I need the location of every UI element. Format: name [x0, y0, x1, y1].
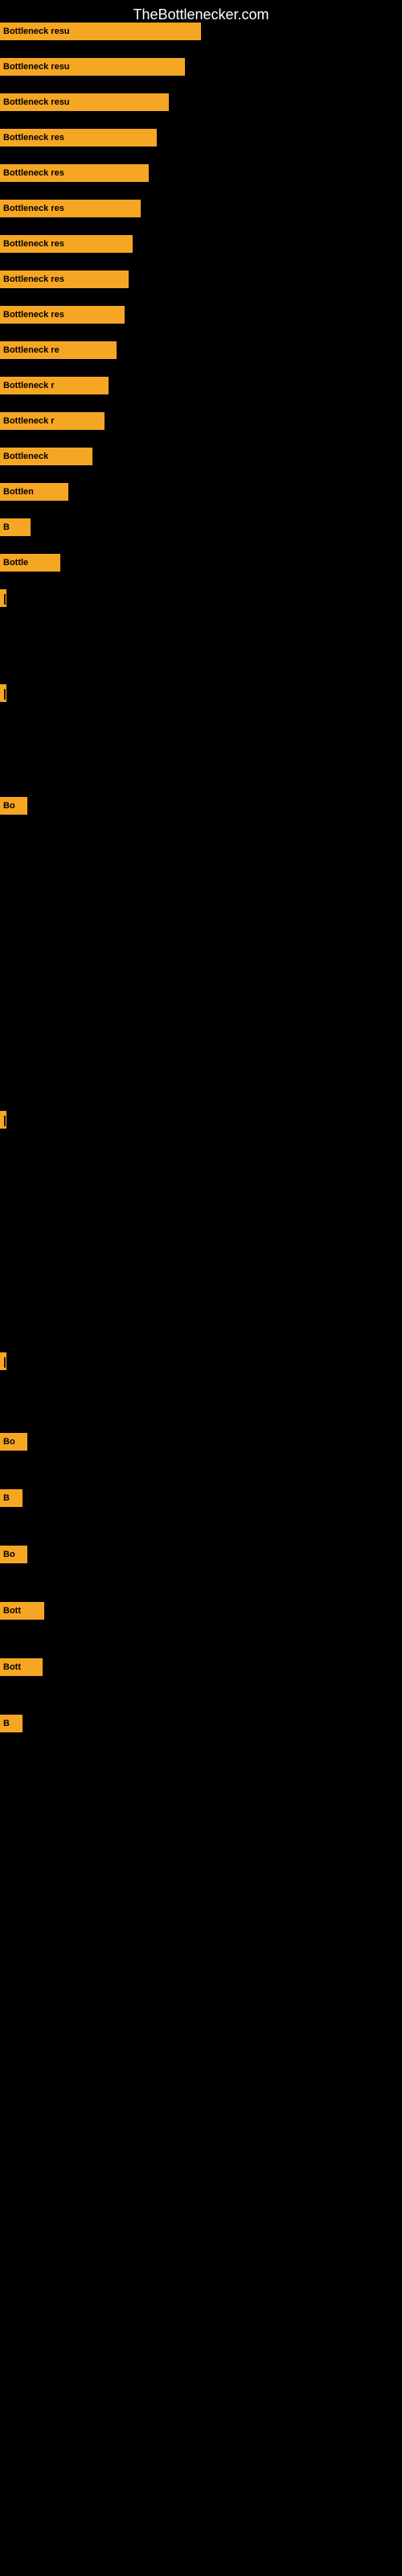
bar-label-21: Bo	[0, 797, 18, 815]
bar-label-10: Bottleneck re	[0, 341, 72, 359]
bar-line-3	[80, 93, 169, 111]
bar-line-34	[28, 1602, 44, 1620]
bar-item-34: Bott	[0, 1602, 44, 1620]
bar-line-8	[76, 270, 129, 288]
bar-line-31	[18, 1433, 27, 1451]
bar-label-33: Bo	[0, 1546, 18, 1563]
bar-line-32	[14, 1489, 23, 1507]
bar-label-26: |	[0, 1111, 6, 1129]
bar-item-30: |	[0, 1352, 6, 1370]
bar-label-31: Bo	[0, 1433, 18, 1451]
bar-item-26: |	[0, 1111, 6, 1129]
bar-item-11: Bottleneck r	[0, 377, 109, 394]
bar-line-6	[76, 200, 141, 217]
bar-item-12: Bottleneck r	[0, 412, 105, 430]
bar-item-1: Bottleneck resu	[0, 23, 201, 40]
bar-label-2: Bottleneck resu	[0, 58, 80, 76]
bar-line-10	[72, 341, 117, 359]
bar-label-6: Bottleneck res	[0, 200, 76, 217]
bar-label-5: Bottleneck res	[0, 164, 76, 182]
bar-line-33	[18, 1546, 27, 1563]
bar-item-17: |	[0, 589, 6, 607]
bar-line-14	[44, 483, 68, 501]
bar-label-32: B	[0, 1489, 14, 1507]
bar-item-2: Bottleneck resu	[0, 58, 185, 76]
bar-line-2	[80, 58, 185, 76]
bar-item-8: Bottleneck res	[0, 270, 129, 288]
bar-line-36	[14, 1715, 23, 1732]
bar-line-21	[18, 797, 27, 815]
bar-label-17: |	[0, 589, 6, 607]
bar-item-36: B	[0, 1715, 23, 1732]
bar-label-12: Bottleneck r	[0, 412, 68, 430]
bar-label-36: B	[0, 1715, 14, 1732]
bar-label-15: B	[0, 518, 14, 536]
bar-label-1: Bottleneck resu	[0, 23, 80, 40]
bar-item-4: Bottleneck res	[0, 129, 157, 147]
bar-label-34: Bott	[0, 1602, 28, 1620]
bar-item-21: Bo	[0, 797, 27, 815]
bar-label-19: |	[0, 684, 6, 702]
bar-line-5	[76, 164, 149, 182]
bar-label-8: Bottleneck res	[0, 270, 76, 288]
bar-label-9: Bottleneck res	[0, 306, 76, 324]
bar-label-35: Bott	[0, 1658, 28, 1676]
bar-line-7	[76, 235, 133, 253]
bar-item-3: Bottleneck resu	[0, 93, 169, 111]
bar-label-16: Bottle	[0, 554, 40, 572]
bar-line-11	[68, 377, 109, 394]
bar-label-7: Bottleneck res	[0, 235, 76, 253]
bar-line-4	[76, 129, 157, 147]
bar-item-6: Bottleneck res	[0, 200, 141, 217]
bar-line-13	[60, 448, 92, 465]
bar-label-3: Bottleneck resu	[0, 93, 80, 111]
bar-label-13: Bottleneck	[0, 448, 60, 465]
bar-item-32: B	[0, 1489, 23, 1507]
bar-item-13: Bottleneck	[0, 448, 92, 465]
bar-label-4: Bottleneck res	[0, 129, 76, 147]
bar-item-19: |	[0, 684, 6, 702]
bar-item-5: Bottleneck res	[0, 164, 149, 182]
bar-label-14: Bottlen	[0, 483, 44, 501]
bar-line-1	[80, 23, 201, 40]
bar-line-9	[76, 306, 125, 324]
bar-item-15: B	[0, 518, 31, 536]
bar-item-10: Bottleneck re	[0, 341, 117, 359]
bar-line-12	[68, 412, 105, 430]
bar-item-33: Bo	[0, 1546, 27, 1563]
bar-label-11: Bottleneck r	[0, 377, 68, 394]
bar-item-16: Bottle	[0, 554, 60, 572]
bar-item-31: Bo	[0, 1433, 27, 1451]
bar-label-30: |	[0, 1352, 6, 1370]
bar-item-7: Bottleneck res	[0, 235, 133, 253]
bar-item-9: Bottleneck res	[0, 306, 125, 324]
bar-line-16	[40, 554, 60, 572]
bar-item-35: Bott	[0, 1658, 43, 1676]
bar-item-14: Bottlen	[0, 483, 68, 501]
bar-line-15	[14, 518, 31, 536]
bar-line-35	[28, 1658, 43, 1676]
